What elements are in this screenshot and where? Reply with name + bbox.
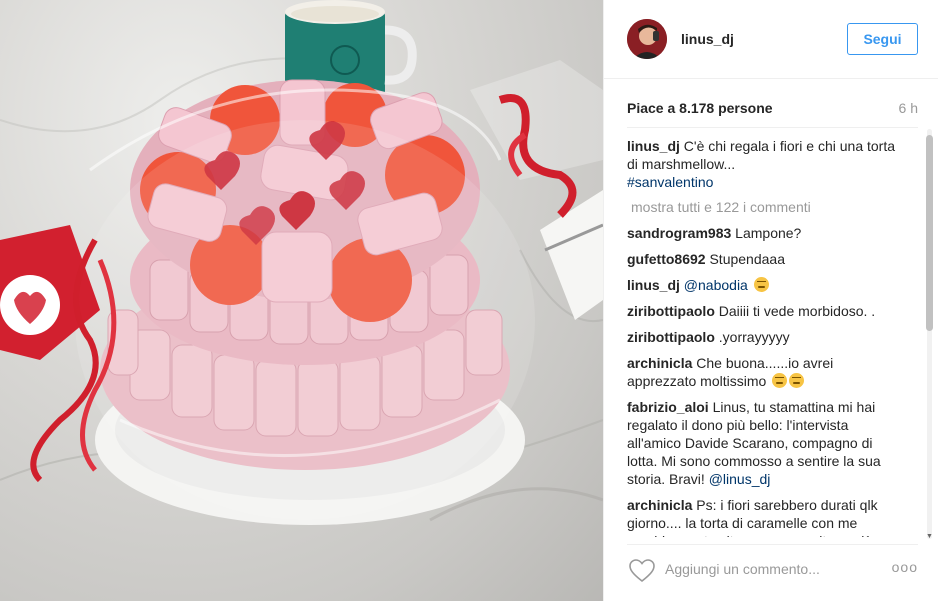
comment-item: gufetto8692 Stupendaaa — [627, 250, 899, 268]
comment-item: archinicla Ps: i fiori sarebbero durati … — [627, 496, 899, 537]
add-comment-input[interactable] — [665, 559, 865, 579]
instagram-post-modal: linus_dj Segui Piace a 8.178 persone 6 h… — [0, 0, 938, 601]
grimace-emoji-icon — [772, 373, 788, 388]
post-header: linus_dj Segui — [604, 0, 938, 79]
comment-item: linus_dj @nabodia — [627, 276, 899, 294]
comments-scrollbar[interactable]: ▼ — [925, 129, 934, 541]
comment-item: sandrogram983 Lampone? — [627, 224, 899, 242]
comment-item: ziribottipaolo .yorrayyyyy — [627, 328, 899, 346]
post-photo[interactable] — [0, 0, 603, 601]
cake-photo-illustration — [0, 0, 603, 525]
post-time[interactable]: 6 h — [899, 100, 918, 116]
comment-text: Stupendaaa — [709, 251, 785, 267]
post-side-panel: linus_dj Segui Piace a 8.178 persone 6 h… — [603, 0, 938, 601]
follow-button[interactable]: Segui — [847, 23, 918, 55]
scrollbar-thumb[interactable] — [926, 135, 933, 331]
comment-username[interactable]: sandrogram983 — [627, 225, 731, 241]
comment-username[interactable]: ziribottipaolo — [627, 303, 715, 319]
likes-count[interactable]: Piace a 8.178 persone — [627, 100, 773, 116]
comment-text: Daiiii ti vede morbidoso. . — [718, 303, 876, 319]
avatar-image — [627, 19, 667, 59]
comment-username[interactable]: fabrizio_aloi — [627, 399, 709, 415]
comment-mention[interactable]: @linus_dj — [709, 471, 771, 487]
comment-username[interactable]: archinicla — [627, 355, 692, 371]
comment-text: .yorrayyyyy — [718, 329, 790, 345]
heart-icon[interactable] — [629, 559, 655, 583]
scroll-down-arrow-icon[interactable]: ▼ — [925, 533, 934, 541]
comment-item: ziribottipaolo Daiiii ti vede morbidoso.… — [627, 302, 899, 320]
comment-item: fabrizio_aloi Linus, tu stamattina mi ha… — [627, 398, 899, 488]
comment-username[interactable]: ziribottipaolo — [627, 329, 715, 345]
comment-footer: ooo — [627, 544, 918, 601]
comment-username[interactable]: archinicla — [627, 497, 692, 513]
comment-mention[interactable]: @nabodia — [684, 277, 748, 293]
grimace-emoji-icon — [789, 373, 805, 388]
comment-item: archinicla Che buona......io avrei appre… — [627, 354, 899, 390]
post-author-username[interactable]: linus_dj — [681, 31, 734, 47]
smirk-emoji-icon — [753, 277, 769, 292]
comment-username[interactable]: linus_dj — [627, 277, 680, 293]
more-options-icon[interactable]: ooo — [892, 559, 918, 575]
avatar[interactable] — [627, 19, 667, 59]
post-caption: linus_dj C'è chi regala i fiori e chi un… — [627, 137, 899, 191]
caption-username[interactable]: linus_dj — [627, 138, 680, 154]
comment-username[interactable]: gufetto8692 — [627, 251, 706, 267]
comments-list[interactable]: linus_dj C'è chi regala i fiori e chi un… — [627, 137, 899, 537]
caption-hashtag[interactable]: #sanvalentino — [627, 174, 713, 190]
comment-text: Lampone? — [735, 225, 802, 241]
divider — [627, 127, 918, 128]
load-more-comments[interactable]: mostra tutti e 122 i commenti — [631, 199, 899, 215]
likes-row: Piace a 8.178 persone 6 h — [627, 100, 918, 120]
